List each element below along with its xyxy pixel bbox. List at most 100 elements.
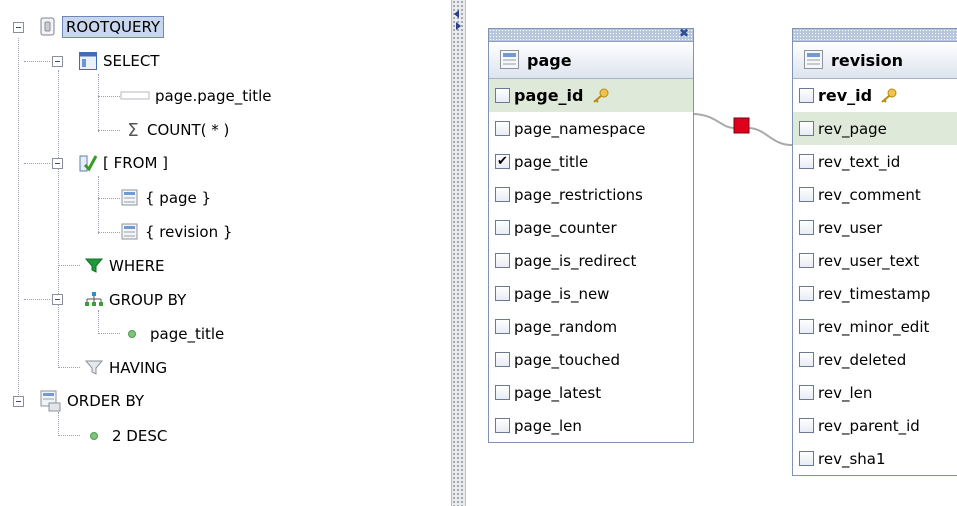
tree-node-group-by[interactable]: GROUP BY	[84, 287, 186, 313]
column-checkbox[interactable]	[799, 220, 814, 235]
column-row[interactable]: page_is_new	[489, 277, 693, 310]
column-name: page_title	[514, 152, 589, 171]
column-row[interactable]: rev_minor_edit	[793, 310, 957, 343]
table-page[interactable]: ✖ page page_id page_namespace ✔ page_title p…	[488, 26, 694, 443]
column-checkbox[interactable]	[799, 352, 814, 367]
tree-node-where[interactable]: WHERE	[84, 253, 165, 279]
collapse-toggle-order-by[interactable]	[13, 396, 24, 407]
tree-node-select-column[interactable]: page.page_title	[120, 83, 272, 109]
column-row[interactable]: rev_user	[793, 211, 957, 244]
tree-node-select-aggregate[interactable]: Σ COUNT( * )	[124, 117, 229, 143]
column-row[interactable]: page_is_redirect	[489, 244, 693, 277]
column-name: rev_user	[818, 218, 883, 237]
tree-connector	[58, 265, 80, 266]
column-row[interactable]: rev_sha1	[793, 442, 957, 475]
column-checkbox[interactable]	[495, 319, 510, 334]
tree-node-from-table[interactable]: { revision }	[120, 219, 232, 245]
tree-node-select[interactable]: SELECT	[78, 48, 159, 74]
column-row[interactable]: page_restrictions	[489, 178, 693, 211]
table-header[interactable]: revision	[793, 42, 957, 79]
column-checkbox[interactable]	[799, 385, 814, 400]
collapse-toggle-from[interactable]	[52, 158, 63, 169]
table-revision[interactable]: ✖ revision rev_idrev_pagerev_text_id rev_…	[792, 28, 957, 476]
tree-node-group-by-item[interactable]: page_title	[124, 321, 224, 347]
table-icon	[803, 49, 825, 71]
column-row[interactable]: rev_id	[793, 79, 957, 112]
table-drag-handle[interactable]: ✖	[793, 29, 957, 42]
column-row[interactable]: page_len	[489, 409, 693, 442]
column-checkbox[interactable]	[799, 286, 814, 301]
tree-connector	[58, 70, 59, 368]
column-checkbox[interactable]	[799, 187, 814, 202]
table-drag-handle[interactable]: ✖	[489, 26, 693, 42]
column-row[interactable]: page_latest	[489, 376, 693, 409]
column-name: rev_comment	[818, 185, 921, 204]
dot-icon	[86, 426, 102, 446]
column-row[interactable]: rev_deleted	[793, 343, 957, 376]
column-checkbox[interactable]	[799, 154, 814, 169]
collapse-toggle-group-by[interactable]	[52, 294, 63, 305]
column-row[interactable]: page_random	[489, 310, 693, 343]
tree-node-order-by-item[interactable]: 2 DESC	[86, 423, 167, 449]
column-row[interactable]: page_touched	[489, 343, 693, 376]
tree-connector	[98, 198, 120, 199]
column-row[interactable]: rev_timestamp	[793, 277, 957, 310]
column-checkbox[interactable]	[495, 385, 510, 400]
tree-connector	[24, 299, 50, 300]
column-checkbox[interactable]	[495, 352, 510, 367]
column-row[interactable]: page_counter	[489, 211, 693, 244]
column-checkbox[interactable]	[495, 88, 510, 103]
tree-node-rootquery[interactable]: ROOTQUERY	[38, 14, 165, 40]
tree-connector	[98, 310, 99, 334]
tree-node-having[interactable]: HAVING	[84, 355, 167, 381]
column-row[interactable]: rev_user_text	[793, 244, 957, 277]
collapse-toggle-select[interactable]	[52, 56, 63, 67]
column-name: rev_timestamp	[818, 284, 931, 303]
column-row[interactable]: rev_len	[793, 376, 957, 409]
column-checkbox[interactable]	[799, 418, 814, 433]
column-row[interactable]: rev_comment	[793, 178, 957, 211]
tree-connector	[58, 412, 59, 436]
tree-node-order-by[interactable]: ORDER BY	[40, 388, 144, 414]
column-row[interactable]: page_namespace	[489, 112, 693, 145]
collapse-left-arrow-icon[interactable]	[454, 10, 459, 18]
column-checkbox[interactable]	[495, 286, 510, 301]
from-icon	[78, 153, 98, 173]
expand-right-arrow-icon[interactable]	[456, 22, 461, 30]
column-name: page_id	[514, 86, 584, 105]
column-checkbox[interactable]	[495, 187, 510, 202]
column-checkbox[interactable]	[799, 253, 814, 268]
tree-node-from-table[interactable]: { page }	[120, 185, 211, 211]
query-diagram[interactable]: ✖ page page_id page_namespace ✔ page_title p…	[466, 0, 957, 506]
column-checkbox[interactable]	[495, 418, 510, 433]
where-label: WHERE	[109, 257, 165, 275]
column-checkbox[interactable]	[799, 319, 814, 334]
column-row[interactable]: page_id	[489, 79, 693, 112]
column-row[interactable]: rev_text_id	[793, 145, 957, 178]
join-marker[interactable]	[733, 117, 750, 134]
key-icon	[592, 88, 610, 104]
query-tree[interactable]: ROOTQUERY SELECT page.page_title Σ COUNT…	[0, 0, 450, 506]
tree-connector	[98, 96, 120, 97]
collapse-toggle-rootquery[interactable]	[13, 22, 24, 33]
close-icon[interactable]: ✖	[679, 26, 689, 40]
table-header[interactable]: page	[489, 42, 693, 79]
column-checkbox[interactable]	[495, 121, 510, 136]
column-checkbox[interactable]	[799, 88, 814, 103]
column-row[interactable]: rev_parent_id	[793, 409, 957, 442]
column-checkbox[interactable]	[495, 253, 510, 268]
column-checkbox[interactable]	[799, 451, 814, 466]
column-name: page_random	[514, 317, 618, 336]
column-checkbox[interactable]	[799, 121, 814, 136]
column-row[interactable]: ✔ page_title	[489, 145, 693, 178]
tree-node-from[interactable]: [ FROM ]	[78, 150, 168, 176]
column-checkbox[interactable]: ✔	[495, 154, 510, 169]
column-row[interactable]: rev_page	[793, 112, 957, 145]
column-list: page_id page_namespace ✔ page_title page_res…	[489, 79, 693, 442]
panel-splitter[interactable]	[451, 0, 466, 506]
tree-connector	[24, 163, 50, 164]
column-checkbox[interactable]	[495, 220, 510, 235]
column-name: rev_parent_id	[818, 416, 920, 435]
table-name: page	[527, 50, 572, 70]
table-icon	[120, 188, 140, 208]
